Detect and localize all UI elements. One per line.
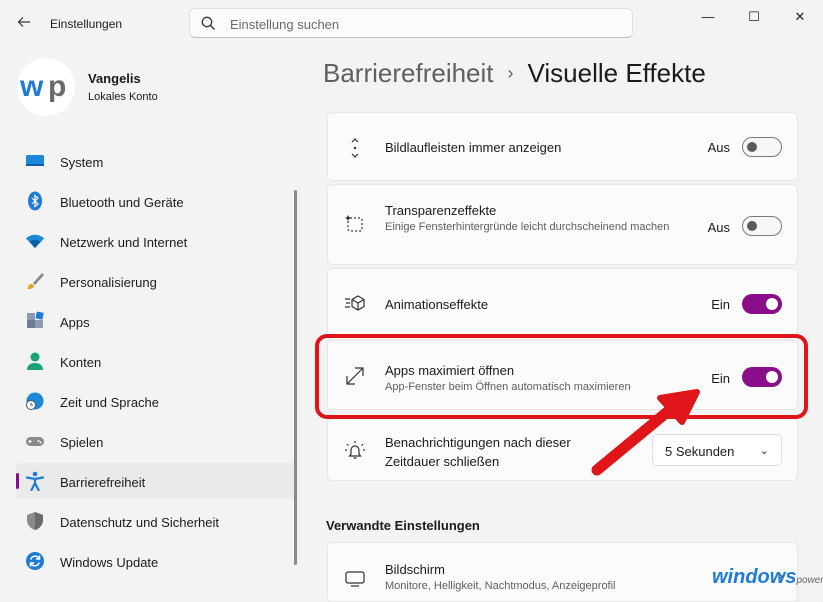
page-title: Visuelle Effekte (527, 58, 706, 88)
watermark: windowspower (712, 566, 823, 589)
close-button[interactable]: ✕ (777, 6, 823, 28)
scroll-arrows-icon (351, 138, 359, 158)
sidebar-item-label: Apps (60, 315, 90, 330)
toggle-state-label: Aus (707, 220, 730, 235)
sidebar-item-label: Windows Update (60, 555, 159, 570)
sidebar-item-network[interactable]: Netzwerk und Internet (16, 223, 296, 259)
svg-text:p: p (48, 70, 66, 103)
monitor-outline-icon (345, 571, 365, 587)
dropdown-value: 5 Sekunden (665, 444, 735, 459)
user-name: Vangelis (88, 71, 141, 86)
sidebar-item-personalization[interactable]: Personalisierung (16, 263, 296, 299)
sidebar-item-bluetooth[interactable]: Bluetooth und Geräte (16, 183, 296, 219)
sidebar-item-label: Zeit und Sprache (60, 395, 160, 410)
svg-text:w: w (19, 70, 44, 103)
setting-description: Monitore, Helligkeit, Nachtmodus, Anzeig… (385, 580, 616, 592)
maximize-button[interactable]: ☐ (731, 6, 777, 28)
animation-toggle[interactable] (742, 294, 782, 314)
sidebar-nav: System Bluetooth und Geräte Netzwerk und… (16, 143, 296, 583)
sidebar-item-windows-update[interactable]: Windows Update (16, 543, 296, 579)
setting-title: Animationseffekte (385, 297, 489, 312)
sidebar-scrollbar[interactable] (294, 190, 297, 565)
sidebar-item-gaming[interactable]: Spielen (16, 423, 296, 459)
breadcrumb: Barrierefreiheit › Visuelle Effekte (323, 58, 706, 89)
arrow-left-icon (17, 17, 30, 27)
notification-duration-dropdown[interactable]: 5 Sekunden ⌄ (652, 434, 782, 466)
app-title: Einstellungen (50, 17, 123, 31)
breadcrumb-parent[interactable]: Barrierefreiheit (323, 58, 494, 88)
setting-title: Bildschirm (385, 562, 445, 577)
setting-transparency: Transparenzeffekte Einige Fensterhinterg… (327, 184, 798, 265)
active-indicator (16, 473, 19, 489)
avatar: w p (17, 58, 75, 116)
apps-icon (27, 311, 44, 328)
globe-clock-icon (26, 392, 44, 410)
breadcrumb-separator: › (507, 63, 514, 83)
sidebar-item-accounts[interactable]: Konten (16, 343, 296, 379)
sidebar-item-privacy[interactable]: Datenschutz und Sicherheit (16, 503, 296, 539)
setting-animation: Animationseffekte Ein (327, 268, 798, 337)
sidebar-item-label: Datenschutz und Sicherheit (60, 515, 219, 530)
sidebar-item-label: Netzwerk und Internet (60, 235, 188, 250)
search-input[interactable]: Einstellung suchen (189, 8, 633, 38)
setting-title: Transparenzeffekte (385, 203, 497, 218)
watermark-main: windows (712, 566, 797, 588)
sidebar-item-accessibility[interactable]: Barrierefreiheit (16, 463, 296, 499)
notification-bell-icon (345, 441, 365, 459)
setting-scrollbars: Bildlaufleisten immer anzeigen Aus (327, 112, 798, 181)
search-icon (201, 16, 215, 30)
bluetooth-icon (28, 191, 42, 211)
wifi-icon (26, 234, 44, 248)
back-button[interactable] (12, 10, 36, 34)
red-highlight-box (315, 334, 808, 419)
setting-title: Bildlaufleisten immer anzeigen (385, 140, 562, 155)
sidebar-item-label: Spielen (60, 435, 104, 450)
transparency-toggle[interactable] (742, 216, 782, 236)
title-bar: Einstellungen Einstellung suchen — ☐ ✕ (0, 0, 823, 48)
toggle-state-label: Aus (707, 140, 730, 155)
watermark-suffix: power (796, 575, 823, 586)
accessibility-icon (25, 471, 45, 491)
brush-icon (27, 273, 44, 289)
setting-title: Benachrichtigungen nach dieser Zeitdauer… (385, 435, 571, 469)
sidebar-item-system[interactable]: System (16, 143, 296, 179)
sidebar-item-label: Bluetooth und Geräte (60, 195, 184, 210)
animation-icon (345, 295, 365, 311)
sidebar-item-label: Konten (60, 355, 102, 370)
sidebar-item-apps[interactable]: Apps (16, 303, 296, 339)
sidebar-item-time-language[interactable]: Zeit und Sprache (16, 383, 296, 419)
monitor-icon (26, 155, 44, 166)
minimize-button[interactable]: — (685, 6, 731, 28)
person-icon (27, 352, 43, 370)
scrollbars-toggle[interactable] (742, 137, 782, 157)
sidebar-item-label: System (60, 155, 104, 170)
update-icon (26, 552, 44, 570)
shield-icon (27, 512, 43, 530)
search-placeholder: Einstellung suchen (230, 17, 340, 32)
gamepad-icon (26, 437, 44, 446)
sidebar-item-label: Barrierefreiheit (60, 475, 146, 490)
sidebar-item-label: Personalisierung (60, 275, 157, 290)
chevron-down-icon: ⌄ (759, 445, 769, 457)
related-settings-heading: Verwandte Einstellungen (326, 518, 480, 533)
account-type: Lokales Konto (88, 91, 158, 103)
transparency-icon (345, 215, 363, 232)
setting-notification-duration: Benachrichtigungen nach dieser Zeitdauer… (327, 418, 798, 481)
setting-description: Einige Fensterhintergründe leicht durchs… (385, 221, 670, 233)
toggle-state-label: Ein (711, 297, 730, 312)
wp-logo-icon: w p (19, 70, 66, 103)
